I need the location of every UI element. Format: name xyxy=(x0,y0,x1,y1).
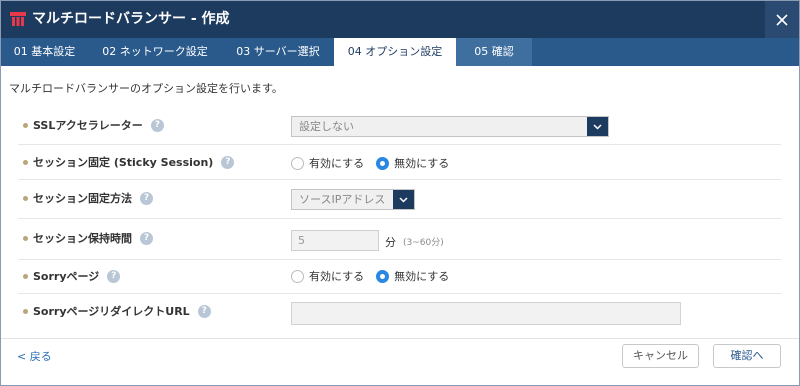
bullet xyxy=(23,235,28,241)
sorry-label: Sorryページ xyxy=(33,270,100,283)
sorry-url-row-label: SorryページリダイレクトURL ? xyxy=(23,303,211,319)
cancel-button[interactable]: キャンセル xyxy=(622,344,699,368)
help-icon[interactable]: ? xyxy=(140,231,153,245)
footer-divider xyxy=(1,338,799,339)
bullet xyxy=(23,308,28,314)
keep-time-range: (3~60分) xyxy=(403,238,444,248)
sticky-disable-label: 無効にする xyxy=(394,157,450,170)
tab-basic[interactable]: 01 基本設定 xyxy=(1,38,88,66)
help-icon[interactable]: ? xyxy=(150,118,164,132)
bullet xyxy=(23,159,28,165)
back-link[interactable]: < 戻る xyxy=(17,348,52,364)
dialog-title: マルチロードバランサー - 作成 xyxy=(32,11,230,27)
balancer-logo-icon xyxy=(10,12,26,26)
sorry-url-label: SorryページリダイレクトURL xyxy=(33,305,190,318)
radio-button[interactable] xyxy=(291,156,304,170)
bullet xyxy=(23,122,28,128)
sorry-disable-option[interactable]: 無効にする xyxy=(376,268,449,284)
keep-time-unit: 分 xyxy=(385,236,396,249)
tab-server[interactable]: 03 サーバー選択 xyxy=(222,38,334,66)
sticky-disable-option[interactable]: 無効にする xyxy=(376,155,449,171)
help-icon[interactable]: ? xyxy=(140,191,153,205)
step-tabs: 01 基本設定 02 ネットワーク設定 03 サーバー選択 04 オプション設定… xyxy=(1,38,799,66)
chevron-down-icon xyxy=(393,190,414,209)
sticky-method-value: ソースIPアドレス xyxy=(299,193,386,206)
sticky-method-label: セッション固定方法 xyxy=(33,192,132,205)
confirm-button[interactable]: 確認へ xyxy=(713,344,781,368)
sticky-enable-label: 有効にする xyxy=(309,157,365,170)
close-icon xyxy=(776,13,788,26)
sticky-label: セッション固定 (Sticky Session) xyxy=(33,156,214,169)
bullet xyxy=(23,273,28,279)
keep-time-row-label: セッション保持時間 ? xyxy=(23,230,153,246)
sorry-enable-option[interactable]: 有効にする xyxy=(291,268,364,284)
sticky-method-select[interactable]: ソースIPアドレス xyxy=(291,189,415,210)
radio-button-checked[interactable] xyxy=(376,156,390,170)
help-icon[interactable]: ? xyxy=(197,304,211,318)
page-description: マルチロードバランサーのオプション設定を行います。 xyxy=(9,82,283,95)
title-bar: マルチロードバランサー - 作成 xyxy=(1,1,799,38)
help-icon[interactable]: ? xyxy=(107,269,121,283)
sticky-enable-option[interactable]: 有効にする xyxy=(291,155,364,171)
radio-button-checked[interactable] xyxy=(376,269,390,283)
divider xyxy=(18,144,781,145)
ssl-select-value: 設定しない xyxy=(299,120,354,133)
tab-confirm[interactable]: 05 確認 xyxy=(456,38,532,66)
radio-button[interactable] xyxy=(291,269,304,283)
ssl-label: SSLアクセラレーター xyxy=(33,119,143,132)
sticky-method-row-label: セッション固定方法 ? xyxy=(23,190,153,206)
close-button[interactable] xyxy=(765,1,799,38)
help-icon[interactable]: ? xyxy=(221,155,235,169)
chevron-down-icon xyxy=(587,117,608,136)
sticky-radio-group: 有効にする 無効にする xyxy=(291,155,461,171)
sorry-row-label: Sorryページ ? xyxy=(23,268,121,284)
sorry-url-input[interactable] xyxy=(291,302,681,325)
tab-network[interactable]: 02 ネットワーク設定 xyxy=(88,38,222,66)
divider xyxy=(18,293,781,294)
sorry-disable-label: 無効にする xyxy=(394,270,450,283)
divider xyxy=(18,259,781,260)
ssl-select[interactable]: 設定しない xyxy=(291,116,609,137)
keep-time-input[interactable]: 5 xyxy=(291,230,379,251)
ssl-row-label: SSLアクセラレーター ? xyxy=(23,117,164,133)
sorry-enable-label: 有効にする xyxy=(309,270,365,283)
divider xyxy=(18,218,781,219)
sticky-row-label: セッション固定 (Sticky Session) ? xyxy=(23,154,235,170)
sorry-radio-group: 有効にする 無効にする xyxy=(291,268,461,284)
tab-options[interactable]: 04 オプション設定 xyxy=(334,38,456,66)
divider xyxy=(18,179,781,180)
keep-time-label: セッション保持時間 xyxy=(33,232,132,245)
bullet xyxy=(23,195,28,201)
create-dialog: マルチロードバランサー - 作成 01 基本設定 02 ネットワーク設定 03 … xyxy=(0,0,800,386)
